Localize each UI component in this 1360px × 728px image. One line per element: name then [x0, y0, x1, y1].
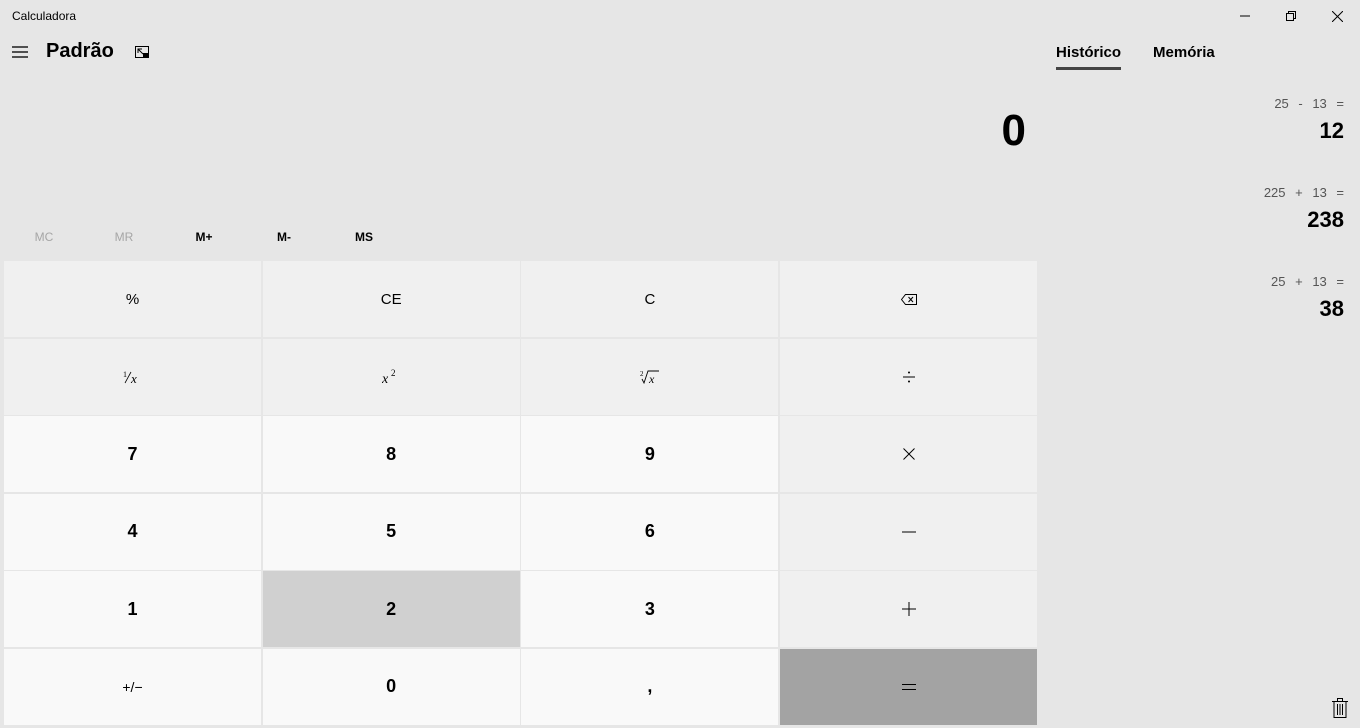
history-item[interactable]: 225 + 13 = 238: [1044, 185, 1344, 272]
history-item[interactable]: 25 - 13 = 12: [1044, 96, 1344, 183]
tab-history[interactable]: Histórico: [1056, 44, 1122, 70]
history-result: 38: [1319, 296, 1344, 321]
mode-title: Padrão: [46, 40, 114, 62]
multiply-icon: [902, 448, 915, 461]
panel-tabs: Histórico Memória: [1056, 44, 1247, 70]
history-result: 238: [1307, 207, 1344, 232]
multiply-button[interactable]: [780, 416, 1038, 493]
plus-button[interactable]: [780, 571, 1038, 648]
square-root-icon: 2x: [640, 370, 659, 385]
digit-1-button[interactable]: 1: [4, 571, 261, 648]
restore-icon: [1286, 11, 1296, 21]
svg-text:x: x: [130, 371, 137, 385]
result-display: 0: [1001, 106, 1026, 155]
square-icon: x2: [382, 369, 396, 385]
restore-button[interactable]: [1268, 0, 1314, 32]
svg-text:2: 2: [640, 370, 644, 378]
digit-2-button[interactable]: 2: [262, 571, 520, 648]
title-bar: Calculadora: [0, 0, 1360, 32]
divide-icon: [902, 371, 915, 383]
history-list: 25 - 13 = 12 225 + 13 = 238 25 + 13 = 38: [1044, 94, 1344, 361]
reciprocal-button[interactable]: 1x: [4, 338, 261, 415]
divide-button[interactable]: [780, 338, 1038, 415]
equals-button[interactable]: [780, 648, 1038, 725]
clear-entry-button[interactable]: CE: [262, 261, 520, 337]
close-button[interactable]: [1314, 0, 1360, 32]
minimize-button[interactable]: [1222, 0, 1268, 32]
keep-on-top-icon: [135, 46, 149, 58]
digit-0-button[interactable]: 0: [262, 648, 520, 725]
backspace-button[interactable]: [780, 261, 1038, 337]
square-button[interactable]: x2: [262, 338, 520, 415]
history-result: 12: [1319, 118, 1344, 143]
memory-recall-button[interactable]: MR: [84, 222, 164, 252]
svg-text:1: 1: [123, 370, 127, 379]
digit-5-button[interactable]: 5: [262, 493, 520, 570]
memory-row: MC MR M+ M- MS: [4, 222, 404, 252]
minus-icon: [901, 531, 916, 533]
tab-memory[interactable]: Memória: [1153, 44, 1215, 69]
memory-add-button[interactable]: M+: [164, 222, 244, 252]
negate-button[interactable]: +/−: [4, 648, 261, 725]
minimize-icon: [1240, 15, 1250, 17]
digit-4-button[interactable]: 4: [4, 493, 261, 570]
history-expression: 25 - 13 =: [1274, 96, 1344, 111]
digit-6-button[interactable]: 6: [521, 493, 779, 570]
svg-text:x: x: [382, 372, 389, 385]
history-expression: 25 + 13 =: [1271, 274, 1344, 289]
trash-icon: [1332, 698, 1348, 718]
memory-store-button[interactable]: MS: [324, 222, 404, 252]
memory-subtract-button[interactable]: M-: [244, 222, 324, 252]
digit-3-button[interactable]: 3: [521, 571, 779, 648]
history-item[interactable]: 25 + 13 = 38: [1044, 274, 1344, 361]
plus-icon: [901, 602, 916, 617]
history-expression: 225 + 13 =: [1263, 185, 1344, 200]
digit-8-button[interactable]: 8: [262, 416, 520, 493]
clear-button[interactable]: C: [521, 261, 779, 337]
menu-icon: [12, 46, 28, 58]
decimal-separator-button[interactable]: ,: [521, 648, 779, 725]
square-root-button[interactable]: 2x: [521, 338, 779, 415]
clear-history-button[interactable]: [1330, 697, 1350, 719]
percent-button[interactable]: %: [4, 261, 261, 337]
navigation-menu-button[interactable]: [8, 40, 32, 64]
svg-text:2: 2: [391, 369, 396, 378]
keypad: % CE C 1x x2 2x 7 8 9 4 5 6 1 2 3 +/− 0 …: [4, 261, 1038, 725]
svg-text:x: x: [648, 372, 655, 385]
backspace-icon: [900, 293, 917, 305]
close-icon: [1331, 10, 1343, 22]
window-title: Calculadora: [12, 9, 77, 23]
digit-9-button[interactable]: 9: [521, 416, 779, 493]
equals-icon: [901, 683, 916, 690]
minus-button[interactable]: [780, 493, 1038, 570]
reciprocal-icon: 1x: [123, 370, 137, 385]
keep-on-top-button[interactable]: [130, 40, 154, 64]
memory-clear-button[interactable]: MC: [4, 222, 84, 252]
digit-7-button[interactable]: 7: [4, 416, 261, 493]
